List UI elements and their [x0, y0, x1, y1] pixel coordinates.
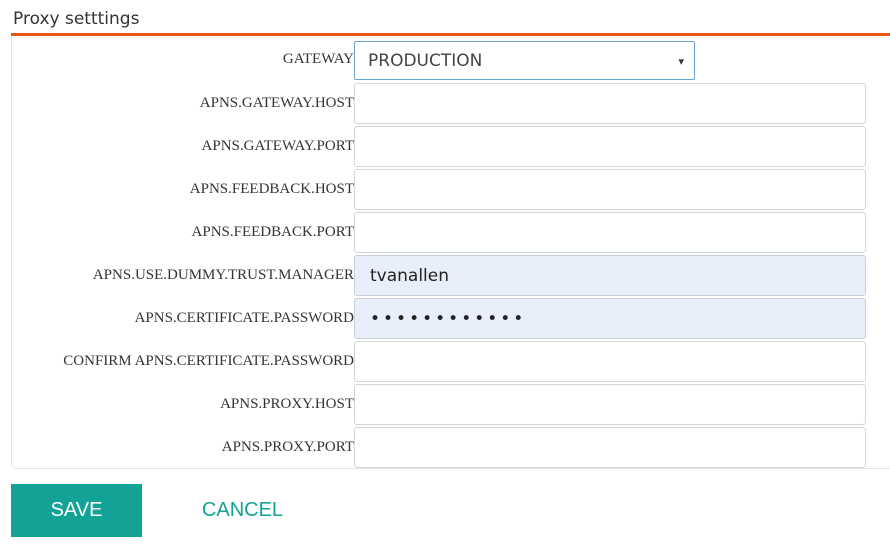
- form-row-apns-proxy-port: APNS.PROXY.PORT: [12, 426, 890, 469]
- apns-proxy-port-input[interactable]: [354, 427, 866, 468]
- cancel-button[interactable]: CANCEL: [185, 484, 300, 537]
- field-label: APNS.FEEDBACK.PORT: [191, 224, 354, 240]
- form-row-apns-certificate-password: APNS.CERTIFICATE.PASSWORD ••••••••••••: [12, 297, 890, 340]
- apns-use-dummy-trust-manager-input[interactable]: tvanallen: [354, 255, 866, 296]
- apns-proxy-host-input[interactable]: [354, 384, 866, 425]
- apns-gateway-port-input[interactable]: [354, 126, 866, 167]
- apns-certificate-password-input[interactable]: ••••••••••••: [354, 298, 866, 339]
- apns-feedback-port-input[interactable]: [354, 212, 866, 253]
- form-row-apns-use-dummy-trust-manager: APNS.USE.DUMMY.TRUST.MANAGER tvanallen: [12, 254, 890, 297]
- field-label: APNS.GATEWAY.HOST: [199, 95, 354, 111]
- gateway-select[interactable]: PRODUCTION ▾: [354, 41, 695, 80]
- field-label: CONFIRM APNS.CERTIFICATE.PASSWORD: [63, 353, 354, 369]
- gateway-row: GATEWAY PRODUCTION ▾: [12, 38, 890, 81]
- apns-gateway-host-input[interactable]: [354, 83, 866, 124]
- field-label: APNS.USE.DUMMY.TRUST.MANAGER: [92, 267, 354, 283]
- field-label: APNS.PROXY.PORT: [221, 439, 354, 455]
- gateway-select-value: PRODUCTION: [368, 50, 483, 71]
- proxy-settings-panel: GATEWAY PRODUCTION ▾ APNS.GATEWAY.HOST A…: [11, 36, 890, 469]
- form-row-confirm-apns-certificate-password: CONFIRM APNS.CERTIFICATE.PASSWORD: [12, 340, 890, 383]
- gateway-label: GATEWAY: [282, 51, 354, 67]
- form-row-apns-gateway-port: APNS.GATEWAY.PORT: [12, 125, 890, 168]
- field-label: APNS.GATEWAY.PORT: [201, 138, 354, 154]
- save-button[interactable]: SAVE: [11, 484, 142, 537]
- form-row-apns-gateway-host: APNS.GATEWAY.HOST: [12, 82, 890, 125]
- form-row-apns-proxy-host: APNS.PROXY.HOST: [12, 383, 890, 426]
- form-row-apns-feedback-port: APNS.FEEDBACK.PORT: [12, 211, 890, 254]
- form-row-apns-feedback-host: APNS.FEEDBACK.HOST: [12, 168, 890, 211]
- field-label: APNS.PROXY.HOST: [220, 396, 354, 412]
- field-label: APNS.CERTIFICATE.PASSWORD: [134, 310, 354, 326]
- apns-feedback-host-input[interactable]: [354, 169, 866, 210]
- section-title: Proxy setttings: [13, 9, 140, 29]
- chevron-down-icon: ▾: [678, 55, 684, 68]
- field-label: APNS.FEEDBACK.HOST: [189, 181, 354, 197]
- confirm-apns-certificate-password-input[interactable]: [354, 341, 866, 382]
